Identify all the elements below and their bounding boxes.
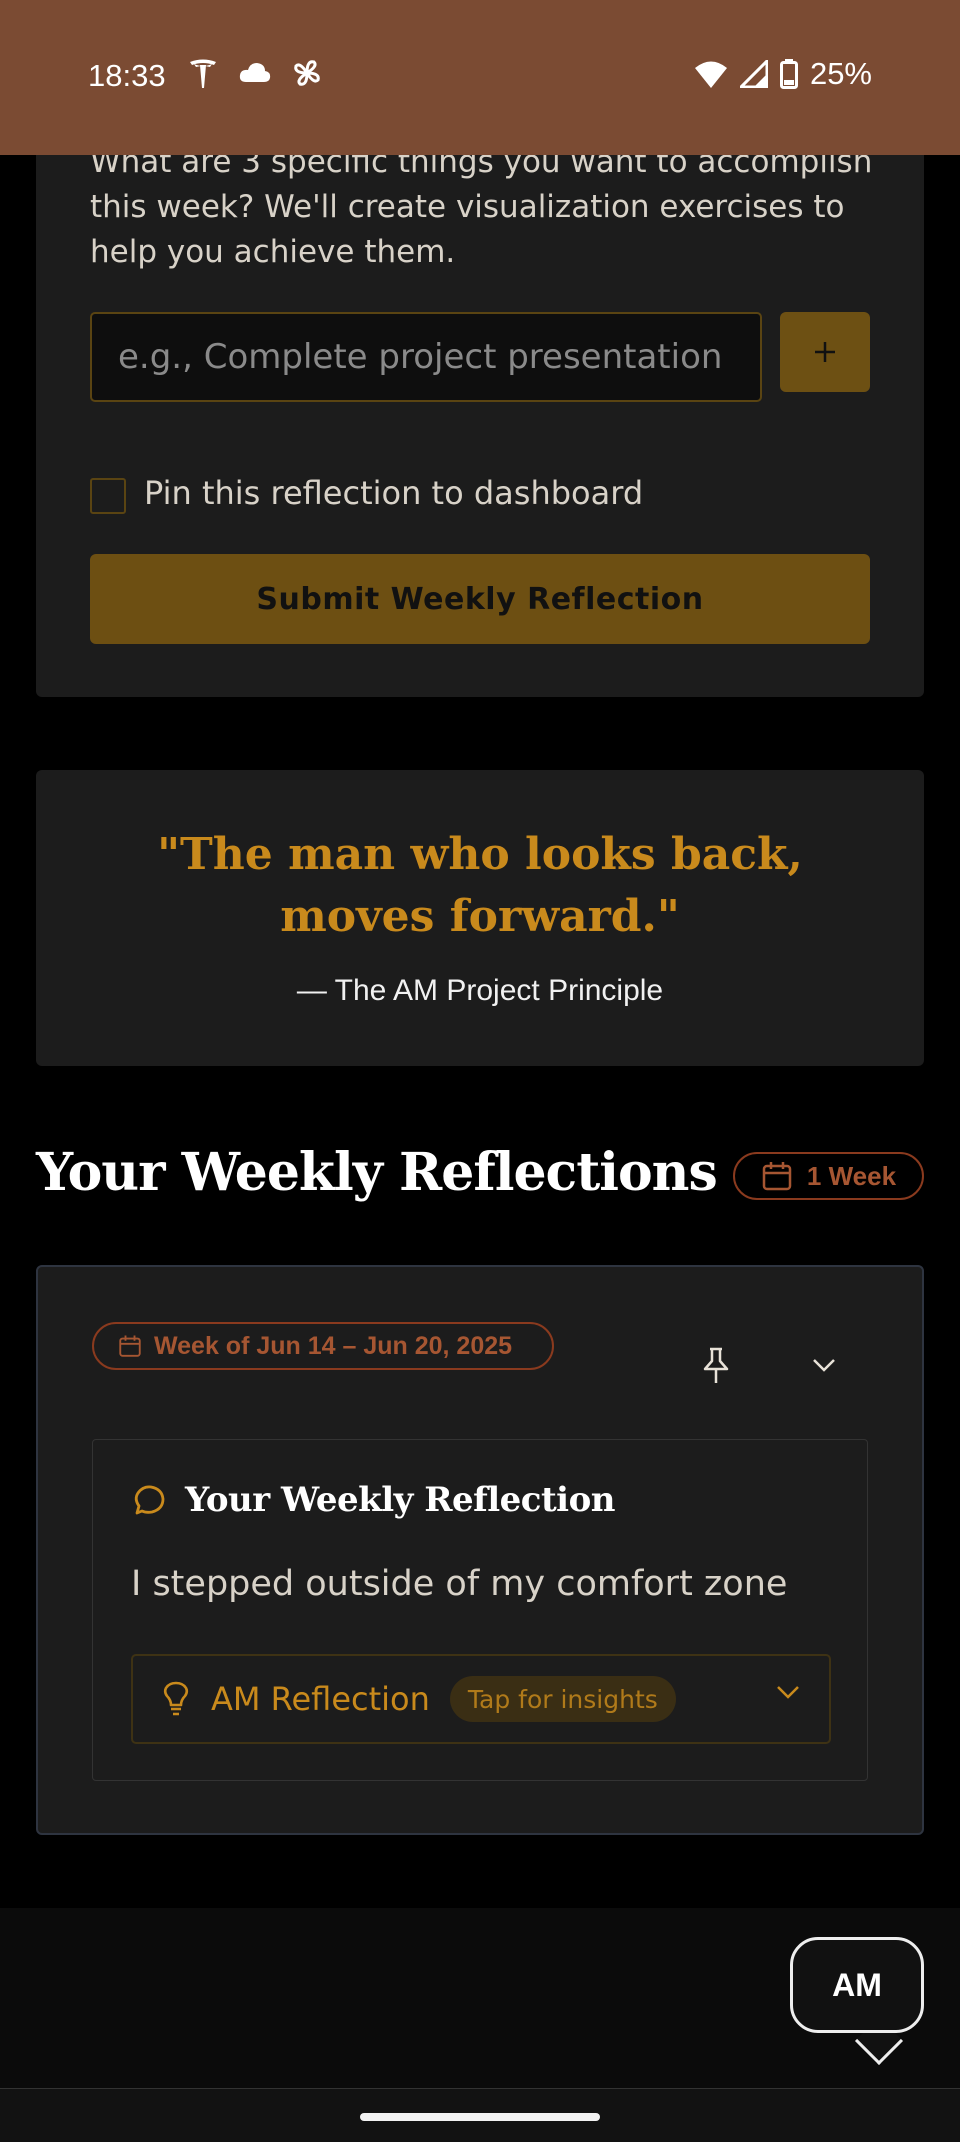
status-time: 18:33: [88, 58, 166, 93]
calendar-icon: [119, 1335, 141, 1357]
pin-dashboard-label: Pin this reflection to dashboard: [144, 474, 644, 512]
status-bar: 18:33 25%: [0, 0, 960, 155]
cloud-icon: [239, 63, 271, 82]
week-count-label: 1 Week: [806, 1160, 897, 1191]
quote-text: "The man who looks back, moves forward.": [157, 829, 803, 942]
weekly-goals-form: What are 3 specific things you want to a…: [36, 100, 924, 697]
pin-dashboard-checkbox[interactable]: [90, 478, 126, 514]
reflection-section-title: Your Weekly Reflection: [185, 1480, 616, 1520]
pin-icon: [703, 1347, 729, 1383]
battery-percent: 25%: [809, 56, 872, 91]
home-indicator[interactable]: [360, 2113, 600, 2121]
week-range-badge: Week of Jun 14 – Jun 20, 2025: [92, 1322, 554, 1370]
submit-reflection-button[interactable]: Submit Weekly Reflection: [90, 554, 870, 644]
add-goal-button[interactable]: [780, 312, 870, 392]
status-icons-left: [186, 56, 324, 90]
am-reflection-toggle[interactable]: AM Reflection Tap for insights: [131, 1654, 831, 1744]
lightbulb-icon: [163, 1681, 189, 1716]
reflection-card: Week of Jun 14 – Jun 20, 2025 Your Weekl…: [36, 1265, 924, 1835]
battery-icon: [779, 59, 798, 89]
reflection-text: I stepped outside of my comfort zone: [131, 1564, 788, 1604]
calendar-icon: [762, 1162, 792, 1191]
chevron-down-icon: [777, 1686, 799, 1699]
am-reflection-label: AM Reflection: [211, 1680, 430, 1718]
section-title: Your Weekly Reflections: [36, 1142, 718, 1203]
plus-icon: [815, 342, 835, 362]
reflection-detail: Your Weekly Reflection I stepped outside…: [92, 1439, 868, 1781]
reflection-header: Your Weekly Reflection: [131, 1480, 616, 1520]
signal-icon: [739, 60, 768, 88]
week-range-label: Week of Jun 14 – Jun 20, 2025: [154, 1331, 513, 1360]
goal-input[interactable]: [90, 312, 762, 402]
status-icons-right: 25%: [694, 56, 872, 92]
week-count-badge: 1 Week: [733, 1152, 924, 1200]
expand-reflection-button[interactable]: [802, 1343, 846, 1387]
message-circle-icon: [134, 1485, 165, 1515]
am-assistant-button[interactable]: AM: [790, 1937, 924, 2033]
tesla-icon: [190, 59, 216, 88]
tap-insights-pill: Tap for insights: [449, 1676, 676, 1722]
chevron-down-icon: [813, 1359, 835, 1372]
pinwheel-icon: [294, 60, 320, 86]
pin-button[interactable]: [694, 1343, 738, 1387]
quote-attribution: — The AM Project Principle: [296, 974, 664, 1007]
quote-card: "The man who looks back, moves forward."…: [36, 770, 924, 1066]
goals-prompt: What are 3 specific things you want to a…: [90, 144, 873, 270]
wifi-icon: [694, 61, 727, 88]
